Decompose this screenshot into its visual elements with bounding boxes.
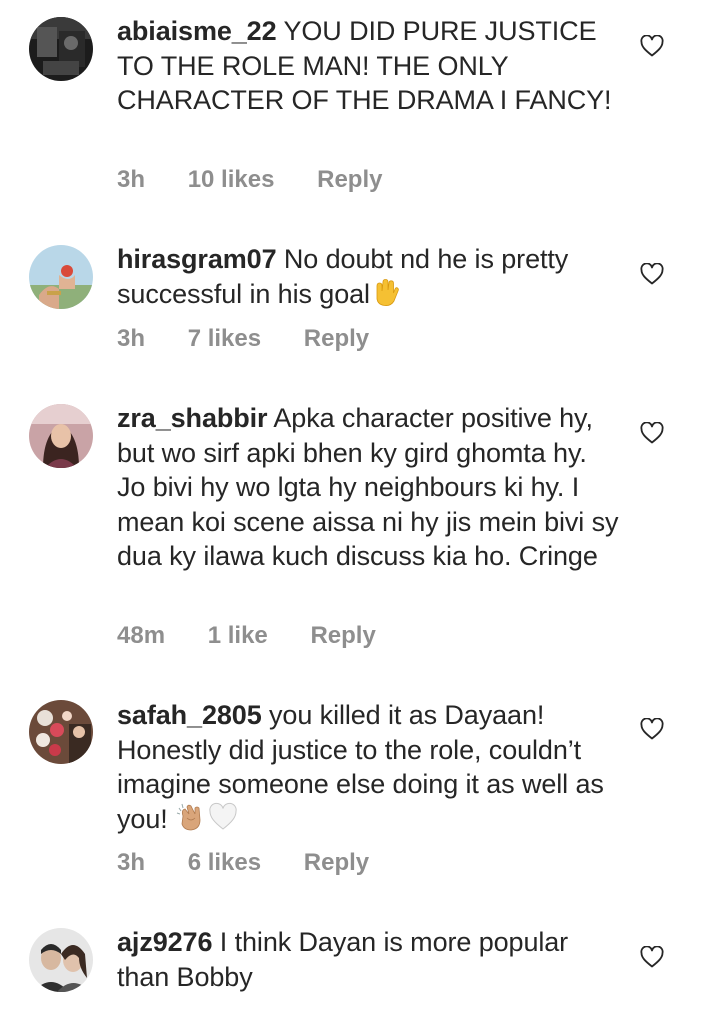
- avatar[interactable]: [29, 245, 93, 309]
- comment-text-block: zra_shabbir Apka character positive hy, …: [117, 401, 622, 574]
- reply-button[interactable]: Reply: [310, 622, 375, 650]
- comment-likes[interactable]: 6 likes: [188, 849, 261, 877]
- like-heart-icon[interactable]: [640, 422, 664, 444]
- comment-meta: 3h 6 likes Reply: [117, 849, 369, 877]
- comment-meta: 48m 1 like Reply: [117, 622, 376, 650]
- comment-text-block: abiaisme_22 YOU DID PURE JUSTICE TO THE …: [117, 14, 622, 118]
- comment-text-block: hirasgram07 No doubt nd he is pretty suc…: [117, 242, 622, 311]
- comment-likes[interactable]: 10 likes: [188, 166, 275, 194]
- comment-likes[interactable]: 1 like: [208, 622, 268, 650]
- comment-time: 3h: [117, 849, 146, 876]
- reply-button[interactable]: Reply: [304, 849, 369, 877]
- comment-likes[interactable]: 7 likes: [188, 325, 261, 353]
- like-heart-icon[interactable]: [640, 263, 664, 285]
- avatar[interactable]: [29, 700, 93, 764]
- reply-button[interactable]: Reply: [317, 166, 382, 194]
- like-heart-icon[interactable]: [640, 718, 664, 740]
- comment-time: 3h: [117, 325, 146, 352]
- reply-button[interactable]: Reply: [304, 325, 369, 353]
- comment-text-block: safah_2805 you killed it as Dayaan! Hone…: [117, 698, 622, 836]
- comment-meta: 3h 10 likes Reply: [117, 166, 382, 194]
- comment-text-block: ajz9276 I think Dayan is more popular th…: [117, 925, 622, 994]
- waving-hand-emoji-icon: [370, 277, 400, 307]
- comment-username[interactable]: ajz9276: [117, 927, 212, 957]
- comment-time: 48m: [117, 622, 166, 649]
- like-heart-icon[interactable]: [640, 946, 664, 968]
- comment-time: 3h: [117, 166, 146, 193]
- white-heart-emoji-icon: [208, 802, 238, 832]
- avatar[interactable]: [29, 928, 93, 992]
- comment-username[interactable]: abiaisme_22: [117, 16, 277, 46]
- like-heart-icon[interactable]: [640, 35, 664, 57]
- comment-username[interactable]: zra_shabbir: [117, 403, 268, 433]
- comment-meta: 3h 7 likes Reply: [117, 325, 369, 353]
- comment-username[interactable]: hirasgram07: [117, 244, 277, 274]
- comment-username[interactable]: safah_2805: [117, 700, 262, 730]
- clapping-hands-emoji-icon: [175, 802, 205, 832]
- avatar[interactable]: [29, 404, 93, 468]
- avatar[interactable]: [29, 17, 93, 81]
